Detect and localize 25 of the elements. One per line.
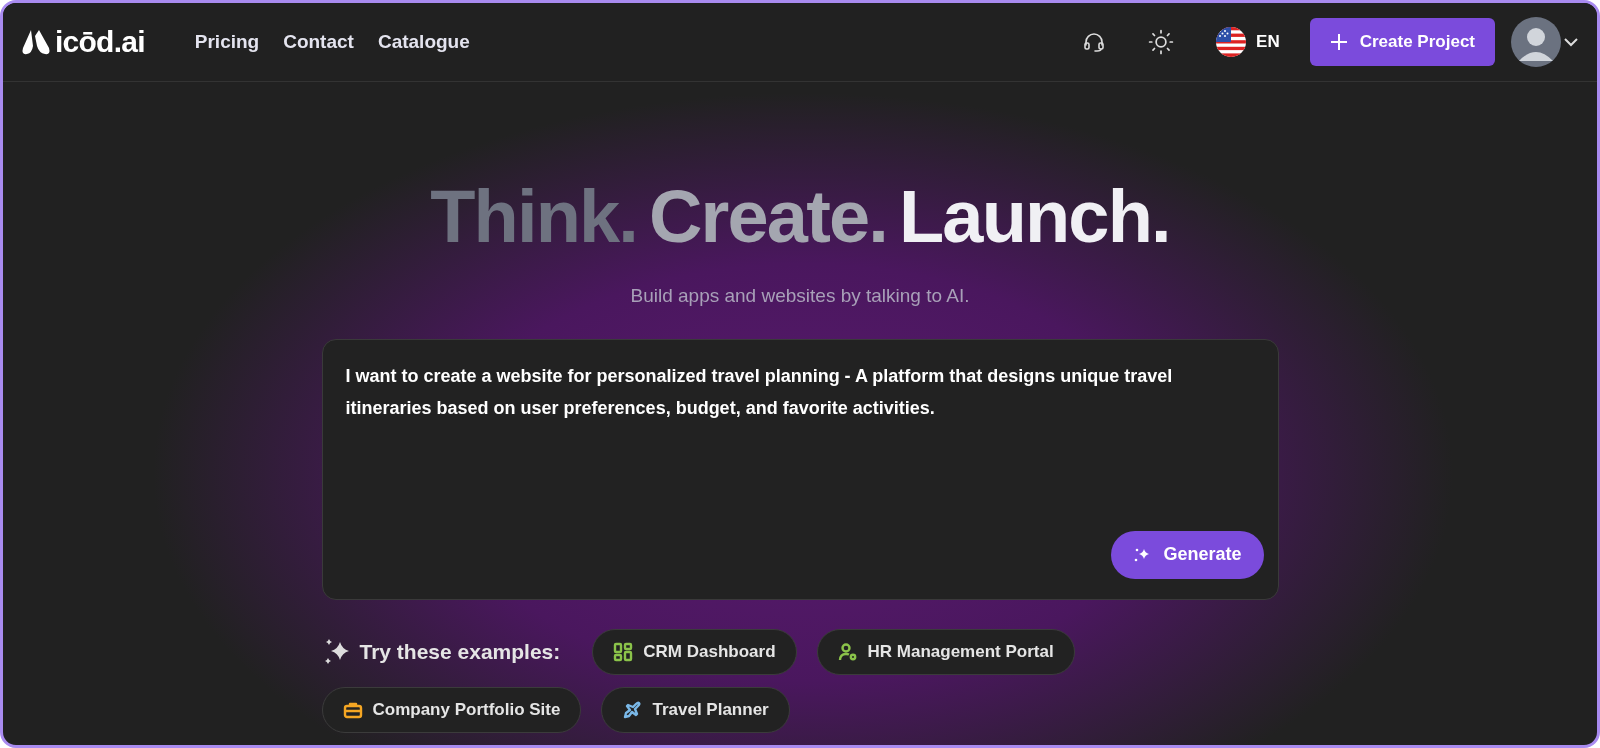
- language-selector[interactable]: EN: [1216, 27, 1280, 57]
- sun-icon[interactable]: [1148, 29, 1175, 55]
- subtitle: Build apps and websites by talking to AI.: [630, 284, 970, 308]
- headset-icon[interactable]: [1082, 30, 1107, 54]
- headline-word: Think.: [430, 180, 638, 254]
- nav-link[interactable]: Contact: [283, 27, 354, 57]
- plus-icon: [1329, 33, 1348, 51]
- us-flag-icon: [1216, 27, 1247, 57]
- example-chip[interactable]: Travel Planner: [601, 686, 790, 733]
- example-chip[interactable]: HR Management Portal: [816, 628, 1075, 675]
- avatar-icon: [1511, 17, 1561, 67]
- generate-button[interactable]: Generate: [1111, 530, 1264, 579]
- prompt-field[interactable]: I want to create a website for personalized travel planning - A platform that designs unique travel itineraries based on user preferences, budget, and favorite activities. Generate: [321, 338, 1279, 600]
- nav-link[interactable]: Catalogue: [377, 27, 470, 57]
- account-menu[interactable]: [1511, 17, 1579, 67]
- create-project-button[interactable]: Create Project: [1309, 18, 1495, 66]
- chevron-down-icon: [1563, 37, 1579, 47]
- nav-link[interactable]: Pricing: [194, 27, 260, 57]
- example-chip[interactable]: Company Portfolio Site: [321, 686, 582, 733]
- logo[interactable]: icōd.ai: [21, 27, 145, 57]
- headline-word: Create.: [649, 180, 887, 254]
- examples-label: Try these examples:: [359, 638, 561, 665]
- headline-word: Launch.: [899, 180, 1170, 254]
- drop-logo-icon: [21, 28, 51, 56]
- example-chip[interactable]: CRM Dashboard: [592, 628, 797, 675]
